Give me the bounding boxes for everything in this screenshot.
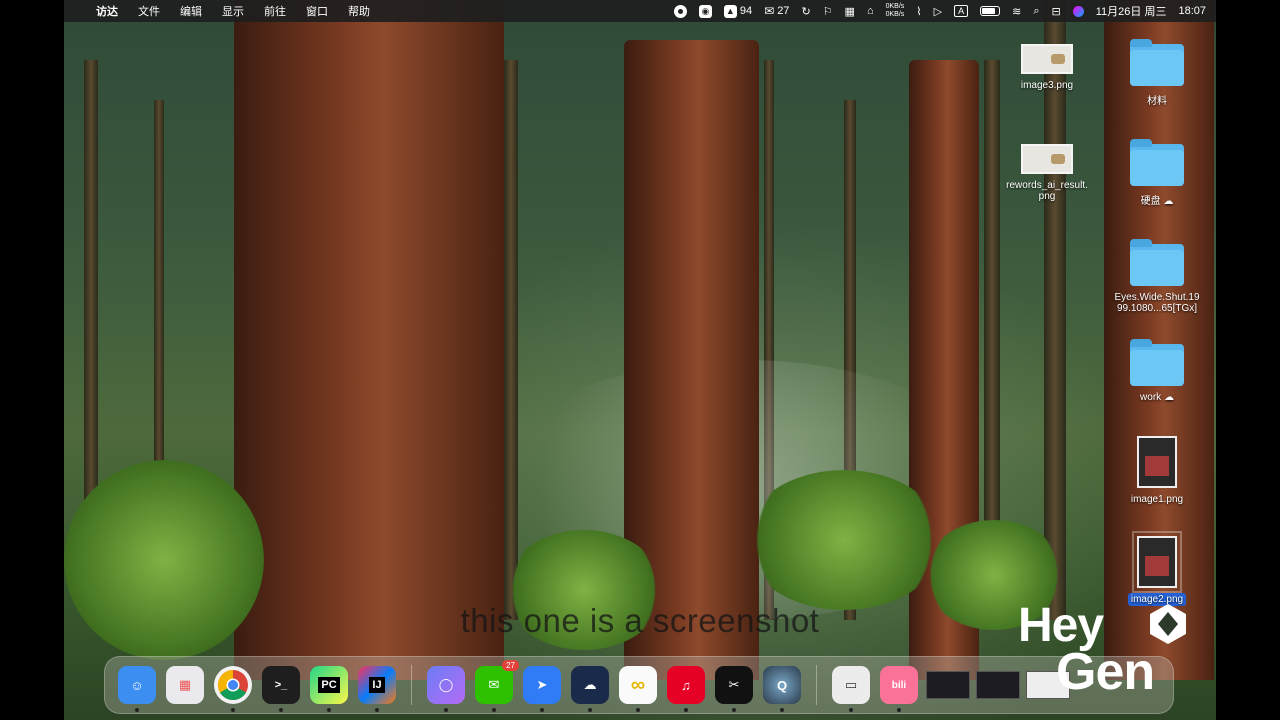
siri-icon[interactable] [1072,5,1084,17]
file-label: rewords_ai_result. png [1006,180,1088,202]
dock-quicktime-icon[interactable]: Q [763,666,801,712]
menu-file[interactable]: 文件 [138,3,160,19]
menu-date[interactable]: 11月26日 周三 [1096,3,1167,19]
dock-finder-icon[interactable]: ☺ [118,666,156,712]
search-icon[interactable]: ⌕ [1033,5,1039,18]
folder-label: 材料 [1147,96,1167,107]
sync-icon[interactable]: ↻ [801,5,810,18]
folder-icon [1130,339,1184,386]
dock: ☺ ▦ >_ PC IJ ◯ ✉ 27 ➤ ☁ ∞ ♫ ✂ Q ▭ bili [104,656,1174,714]
dock-chrome-icon[interactable] [214,666,252,712]
file-label: image3.png [1020,80,1074,91]
wechat-status[interactable]: ✉ 27 [764,4,789,18]
play-icon[interactable]: ▷ [934,5,942,18]
dock-feishu-icon[interactable]: ➤ [523,666,561,712]
folder-label: 硬盘 ☁ [1140,196,1174,207]
desktop-file-image3[interactable]: image3.png [992,44,1102,91]
menu-edit[interactable]: 编辑 [180,3,202,19]
watermark-text-line2: Gen [1056,643,1155,701]
heygen-watermark: Hey Gen [1018,598,1198,708]
menu-window[interactable]: 窗口 [306,3,328,19]
image-thumbnail [1132,531,1182,593]
wifi-icon[interactable]: ≋ [1012,5,1021,18]
desktop-file-rewords[interactable]: rewords_ai_result. png [992,144,1102,202]
desktop-file-image1[interactable]: image1.png [1102,436,1212,505]
desktop-folder-harddisk[interactable]: 硬盘 ☁ [1102,139,1212,207]
dock-music-icon[interactable]: ♫ [667,666,705,712]
dock-intellij-icon[interactable]: IJ [358,666,396,712]
cursor-app-status[interactable]: ▲ 94 [723,4,752,18]
menu-time[interactable]: 18:07 [1178,5,1206,17]
desktop-folder-work[interactable]: work ☁ [1102,339,1212,403]
file-label: image1.png [1130,494,1184,505]
heygen-logo-icon [1150,604,1186,644]
battery-icon[interactable] [980,6,1001,16]
dock-arc-icon[interactable]: ◯ [427,666,465,712]
minimized-window-thumbnail[interactable] [976,671,1020,699]
dock-preview-icon[interactable]: ▭ [832,666,870,712]
dock-terminal-icon[interactable]: >_ [262,666,300,712]
input-method[interactable]: A [954,5,969,17]
dock-qq-icon[interactable]: ☁ [571,666,609,712]
desktop-folder-materials[interactable]: 材料 [1102,39,1212,107]
dock-pycharm-icon[interactable]: PC [310,666,348,712]
image-thumbnail [1021,44,1073,74]
record-icon[interactable] [673,4,687,18]
desktop-file-image2[interactable]: image2.png [1102,531,1212,606]
desktop-folder-eyes-wide-shut[interactable]: Eyes.Wide.Shut.19 99.1080...65[TGx] [1102,239,1212,314]
menu-help[interactable]: 帮助 [348,3,370,19]
windows-icon[interactable]: ▦ [845,5,855,18]
folder-icon [1130,39,1184,86]
folder-icon [1130,139,1184,186]
bag-icon[interactable]: ⌂ [867,5,874,17]
network-speed: 0KB/s 0KB/s [885,3,905,18]
folder-label: Eyes.Wide.Shut.19 99.1080...65[TGx] [1114,292,1200,314]
dock-separator [411,665,412,705]
dock-wechat-icon[interactable]: ✉ 27 [475,660,519,712]
control-center-icon[interactable]: ⊟ [1052,5,1061,18]
folder-label: work ☁ [1140,392,1174,403]
image-thumbnail [1021,144,1073,174]
dock-launchpad-icon[interactable]: ▦ [166,666,204,704]
minimized-window-thumbnail[interactable] [926,671,970,699]
menu-view[interactable]: 显示 [222,3,244,19]
dock-capcut-icon[interactable]: ✂ [715,666,753,712]
pin-icon[interactable]: ⚐ [823,5,833,18]
menu-app-name[interactable]: 访达 [96,3,118,19]
menu-bar: 访达 文件 编辑 显示 前往 窗口 帮助 ◉ ▲ 94 ✉ 27 ↻ ⚐ ▦ ⌂ 0… [64,0,1216,22]
folder-icon [1130,239,1184,286]
dock-separator [816,665,817,705]
menu-go[interactable]: 前往 [264,3,286,19]
camera-app-icon[interactable]: ◉ [698,4,712,18]
dock-bilibili-icon[interactable]: bili [880,666,918,712]
notification-badge: 27 [502,660,519,671]
dock-browser-icon[interactable]: ∞ [619,666,657,712]
airpods-icon[interactable]: ⌇ [916,5,921,18]
image-thumbnail [1137,436,1177,488]
